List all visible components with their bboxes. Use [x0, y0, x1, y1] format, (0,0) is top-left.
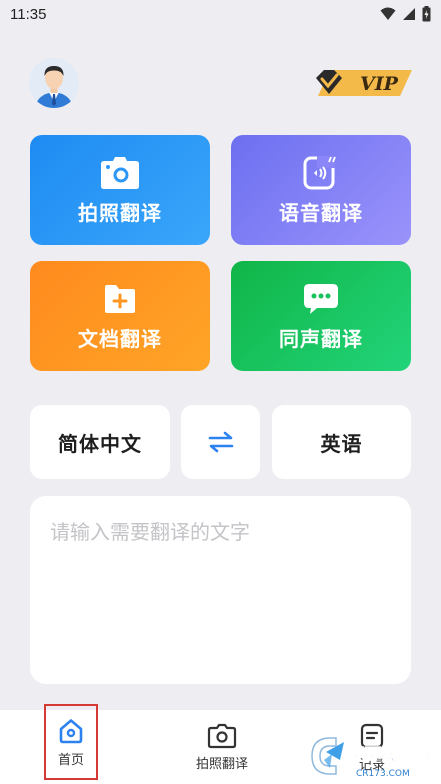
- camera-icon: [100, 155, 140, 191]
- status-icons: [380, 6, 431, 22]
- avatar-image: [29, 58, 79, 108]
- nav-home-label: 首页: [57, 752, 84, 768]
- simultaneous-translate-label: 同声翻译: [279, 326, 363, 351]
- swap-language-button[interactable]: [181, 405, 260, 479]
- nav-photo-translate[interactable]: 拍照翻译: [190, 710, 254, 784]
- folder-add-icon: [100, 281, 140, 317]
- wifi-icon: [380, 7, 396, 20]
- voice-icon: [301, 155, 341, 191]
- camera-outline-icon: [207, 723, 237, 748]
- photo-translate-label: 拍照翻译: [78, 200, 162, 225]
- target-language-button[interactable]: 英语: [272, 405, 411, 479]
- document-translate-label: 文档翻译: [78, 326, 162, 351]
- status-time: 11:35: [10, 6, 47, 23]
- voice-translate-label: 语音翻译: [279, 200, 363, 225]
- chat-bubble-icon: [301, 281, 341, 317]
- home-icon: [59, 718, 83, 743]
- voice-translate-card[interactable]: 语音翻译: [231, 135, 411, 245]
- battery-icon: [422, 6, 431, 22]
- watermark-logo: 西西软件园 CR173.COM: [300, 724, 441, 784]
- target-language-label: 英语: [320, 431, 363, 456]
- source-language-button[interactable]: 简体中文: [30, 405, 170, 479]
- photo-translate-card[interactable]: 拍照翻译: [30, 135, 210, 245]
- status-bar: 11:35: [0, 0, 441, 30]
- nav-home[interactable]: 首页: [44, 704, 98, 780]
- swap-arrows-icon: [208, 431, 233, 453]
- document-translate-card[interactable]: 文档翻译: [30, 261, 210, 371]
- watermark-sub: CR173.COM: [356, 769, 410, 779]
- watermark-text: 西西软件园: [344, 745, 432, 765]
- translate-text-input[interactable]: [50, 516, 391, 664]
- source-language-label: 简体中文: [58, 431, 142, 456]
- signal-icon: [403, 8, 415, 20]
- translate-input-area[interactable]: [30, 496, 411, 684]
- vip-badge[interactable]: VIP: [308, 64, 414, 100]
- nav-photo-translate-label: 拍照翻译: [195, 756, 248, 772]
- vip-label: VIP: [360, 73, 399, 95]
- simultaneous-translate-card[interactable]: 同声翻译: [231, 261, 411, 371]
- avatar[interactable]: [29, 58, 79, 108]
